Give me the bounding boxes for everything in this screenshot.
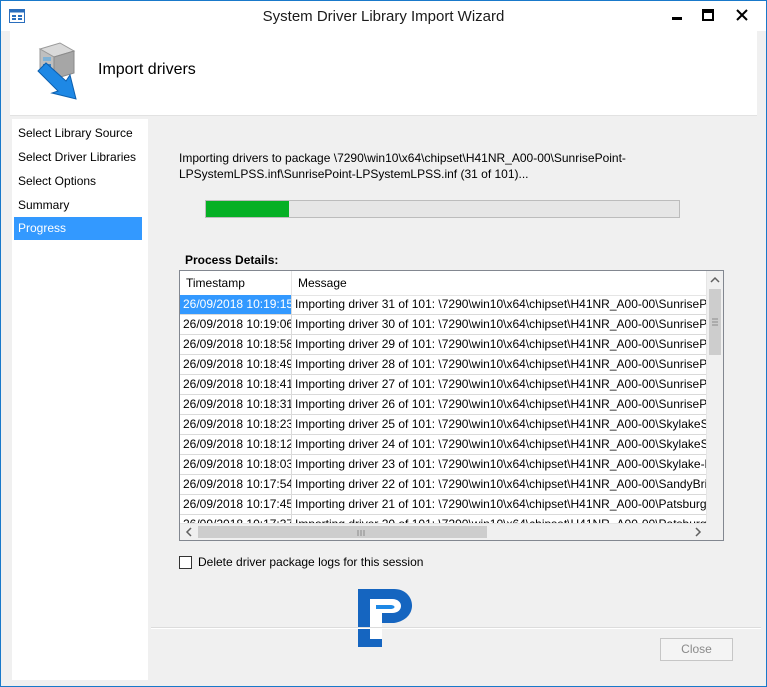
table-row[interactable]: 26/09/2018 10:18:58 Importing driver 29 o… [180, 335, 707, 355]
table-row[interactable]: 26/09/2018 10:19:06 Importing driver 30 o… [180, 315, 707, 335]
message-cell: Importing driver 26 of 101: \7290\win10\… [295, 397, 707, 411]
table-row[interactable]: 26/09/2018 10:19:15 Importing driver 31 o… [180, 295, 707, 315]
message-cell: Importing driver 21 of 101: \7290\win10\… [295, 497, 707, 511]
grid-rows: 26/09/2018 10:19:15 Importing driver 31 o… [180, 295, 707, 523]
page-title: Import drivers [98, 61, 196, 78]
timestamp-cell: 26/09/2018 10:19:06 [180, 315, 292, 334]
message-cell: Importing driver 24 of 101: \7290\win10\… [295, 437, 707, 451]
table-row[interactable]: 26/09/2018 10:18:12 Importing driver 24 o… [180, 435, 707, 455]
table-row[interactable]: 26/09/2018 10:17:54 Importing driver 22 o… [180, 475, 707, 495]
maximize-button[interactable] [693, 5, 723, 25]
grip-icon [357, 530, 365, 536]
delete-logs-checkbox[interactable] [179, 556, 192, 569]
step-select-driver-libraries[interactable]: Select Driver Libraries [14, 146, 142, 169]
close-icon [736, 9, 748, 21]
horizontal-scrollbar[interactable] [180, 523, 707, 540]
message-cell: Importing driver 31 of 101: \7290\win10\… [295, 297, 707, 311]
step-select-library-source[interactable]: Select Library Source [14, 122, 142, 145]
import-status: Importing drivers to package \7290\win10… [179, 150, 659, 182]
timestamp-cell: 26/09/2018 10:18:23 [180, 415, 292, 434]
status-line-2: LPSystemLPSS.inf\SunrisePoint-LPSystemLP… [179, 167, 529, 181]
maximize-icon [702, 9, 714, 21]
footer-separator [151, 627, 761, 629]
table-row[interactable]: 26/09/2018 10:17:45 Importing driver 21 o… [180, 495, 707, 515]
step-summary[interactable]: Summary [14, 194, 142, 217]
timestamp-cell: 26/09/2018 10:18:03 [180, 455, 292, 474]
step-select-options[interactable]: Select Options [14, 170, 142, 193]
timestamp-cell: 26/09/2018 10:18:58 [180, 335, 292, 354]
step-progress[interactable]: Progress [14, 217, 142, 240]
message-cell: Importing driver 22 of 101: \7290\win10\… [295, 477, 707, 491]
timestamp-cell: 26/09/2018 10:17:54 [180, 475, 292, 494]
prajwal-logo-icon [358, 589, 413, 647]
message-cell: Importing driver 23 of 101: \7290\win10\… [295, 457, 707, 471]
minimize-icon [672, 17, 682, 20]
message-cell: Importing driver 25 of 101: \7290\win10\… [295, 417, 707, 431]
vertical-scroll-thumb[interactable] [709, 289, 721, 355]
close-button[interactable]: Close [660, 638, 733, 661]
table-row[interactable]: 26/09/2018 10:18:49 Importing driver 28 o… [180, 355, 707, 375]
timestamp-cell: 26/09/2018 10:18:49 [180, 355, 292, 374]
process-details-label: Process Details: [185, 253, 279, 267]
wizard-header: Import drivers [10, 31, 757, 116]
table-row[interactable]: 26/09/2018 10:18:03 Importing driver 23 o… [180, 455, 707, 475]
scroll-right-icon[interactable] [691, 525, 705, 539]
wizard-window: System Driver Library Import Wizard Impo… [0, 0, 767, 687]
import-drivers-icon [37, 42, 77, 100]
table-row[interactable]: 26/09/2018 10:18:41 Importing driver 27 o… [180, 375, 707, 395]
vertical-scrollbar[interactable] [706, 271, 723, 523]
table-row[interactable]: 26/09/2018 10:18:31 Importing driver 26 o… [180, 395, 707, 415]
window-title: System Driver Library Import Wizard [262, 8, 505, 25]
horizontal-scroll-thumb[interactable] [198, 526, 487, 538]
minimize-button[interactable] [662, 5, 692, 25]
timestamp-cell: 26/09/2018 10:18:12 [180, 435, 292, 454]
message-cell: Importing driver 28 of 101: \7290\win10\… [295, 357, 707, 371]
timestamp-cell: 26/09/2018 10:18:41 [180, 375, 292, 394]
timestamp-cell: 26/09/2018 10:19:15 [180, 295, 292, 314]
scroll-corner [706, 523, 723, 540]
scroll-up-icon[interactable] [708, 273, 722, 287]
message-cell: Importing driver 27 of 101: \7290\win10\… [295, 377, 707, 391]
column-header-timestamp[interactable]: Timestamp [180, 271, 292, 295]
scroll-left-icon[interactable] [182, 525, 196, 539]
import-progress-bar [205, 200, 680, 218]
delete-logs-label[interactable]: Delete driver package logs for this sess… [198, 555, 423, 569]
title-bar[interactable]: System Driver Library Import Wizard [1, 1, 766, 31]
message-cell: Importing driver 30 of 101: \7290\win10\… [295, 317, 707, 331]
grid-header: Timestamp Message [180, 271, 707, 296]
timestamp-cell: 26/09/2018 10:17:37 [180, 515, 292, 523]
grip-icon [712, 318, 718, 326]
timestamp-cell: 26/09/2018 10:17:45 [180, 495, 292, 514]
column-header-message[interactable]: Message [292, 271, 712, 295]
progress-fill [206, 201, 289, 217]
table-row[interactable]: 26/09/2018 10:17:37Importing driver 20 o… [180, 515, 707, 523]
message-cell: Importing driver 29 of 101: \7290\win10\… [295, 337, 707, 351]
wizard-steps: Select Library Source Select Driver Libr… [12, 119, 148, 680]
table-row[interactable]: 26/09/2018 10:18:23 Importing driver 25 o… [180, 415, 707, 435]
message-cell: Importing driver 20 of 101: \7290\win10\… [292, 515, 707, 523]
process-details-grid[interactable]: Timestamp Message 26/09/2018 10:19:15 Imp… [179, 270, 724, 541]
timestamp-cell: 26/09/2018 10:18:31 [180, 395, 292, 414]
close-window-button[interactable] [727, 5, 757, 25]
status-line-1: Importing drivers to package \7290\win10… [179, 151, 626, 165]
